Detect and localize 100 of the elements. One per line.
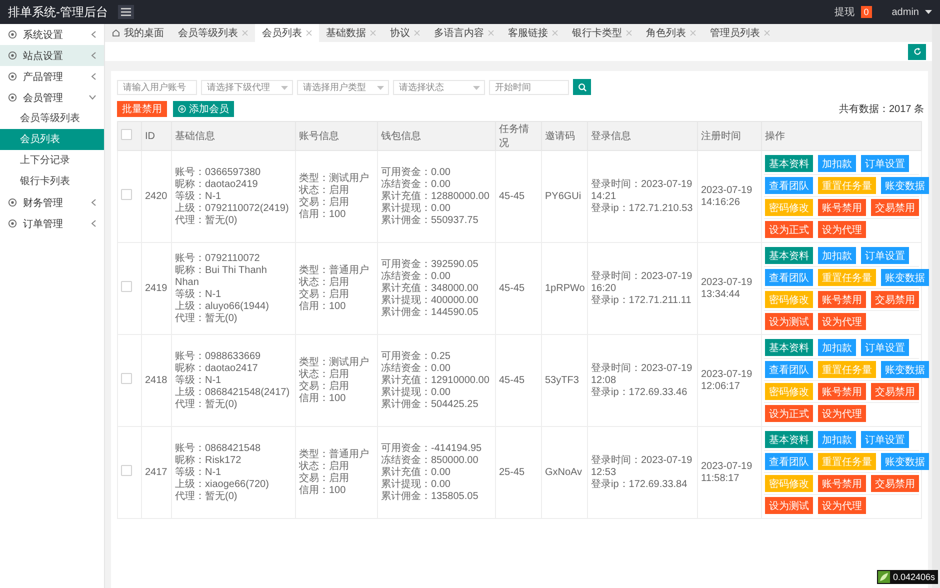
close-icon[interactable] xyxy=(370,30,376,36)
action-button[interactable]: 重置任务量 xyxy=(818,361,876,378)
action-button[interactable]: 查看团队 xyxy=(765,177,813,194)
action-button[interactable]: 账号禁用 xyxy=(818,475,866,492)
action-button[interactable]: 设为代理 xyxy=(818,497,866,514)
tab[interactable]: 会员列表 xyxy=(255,24,319,42)
close-icon[interactable] xyxy=(414,30,420,36)
sidebar-item[interactable]: 会员管理 xyxy=(0,87,104,108)
tab[interactable]: 我的桌面 xyxy=(105,24,171,42)
action-button[interactable]: 订单设置 xyxy=(861,339,909,356)
close-icon[interactable] xyxy=(488,30,494,36)
info-line: 代理：暂无(0) xyxy=(175,312,238,324)
batch-disable-button[interactable]: 批量禁用 xyxy=(117,101,167,117)
user-menu[interactable]: admin xyxy=(892,6,919,18)
action-button[interactable]: 密码修改 xyxy=(765,291,813,308)
tab[interactable]: 客服链接 xyxy=(501,24,565,42)
row-checkbox[interactable] xyxy=(121,189,132,200)
action-button[interactable]: 账号禁用 xyxy=(818,291,866,308)
withdraw-link[interactable]: 提现 xyxy=(834,5,855,19)
select-field[interactable]: 请选择下级代理 xyxy=(201,80,293,94)
sidebar-subitem[interactable]: 会员列表 xyxy=(0,129,104,150)
action-button[interactable]: 加扣款 xyxy=(818,155,856,172)
action-button[interactable]: 账号禁用 xyxy=(818,199,866,216)
action-button[interactable]: 查看团队 xyxy=(765,453,813,470)
action-button[interactable]: 基本资料 xyxy=(765,339,813,356)
search-button[interactable] xyxy=(573,79,591,95)
add-member-button[interactable]: 添加会员 xyxy=(173,101,234,117)
sidebar-subitem[interactable]: 上下分记录 xyxy=(0,150,104,171)
row-checkbox[interactable] xyxy=(121,465,132,476)
close-icon[interactable] xyxy=(242,30,248,36)
action-button[interactable]: 加扣款 xyxy=(818,431,856,448)
info-line: 信用：100 xyxy=(299,300,347,312)
sidebar-item[interactable]: 订单管理 xyxy=(0,213,104,234)
action-button[interactable]: 账变数据 xyxy=(881,361,929,378)
action-button[interactable]: 重置任务量 xyxy=(818,177,876,194)
action-button[interactable]: 基本资料 xyxy=(765,247,813,264)
tab[interactable]: 会员等级列表 xyxy=(171,24,255,42)
sidebar-item[interactable]: 系统设置 xyxy=(0,24,104,45)
info-line: 登录ip：172.69.33.46 xyxy=(591,386,688,398)
total-count: 共有数据：2017 条 xyxy=(838,102,924,116)
action-button[interactable]: 订单设置 xyxy=(861,247,909,264)
action-button[interactable]: 交易禁用 xyxy=(871,383,919,400)
action-button[interactable]: 查看团队 xyxy=(765,269,813,286)
close-icon[interactable] xyxy=(690,30,696,36)
action-button[interactable]: 账变数据 xyxy=(881,177,929,194)
row-checkbox[interactable] xyxy=(121,373,132,384)
sidebar-item[interactable]: 产品管理 xyxy=(0,66,104,87)
action-button[interactable]: 设为代理 xyxy=(818,221,866,238)
id-text: 2418 xyxy=(145,374,168,386)
close-icon[interactable] xyxy=(764,30,770,36)
action-button[interactable]: 加扣款 xyxy=(818,247,856,264)
close-icon[interactable] xyxy=(306,30,312,36)
info-line: 状态：启用 xyxy=(299,184,350,196)
sidebar-subitem[interactable]: 会员等级列表 xyxy=(0,108,104,129)
tab[interactable]: 协议 xyxy=(383,24,427,42)
row-checkbox[interactable] xyxy=(121,281,132,292)
action-button[interactable]: 账变数据 xyxy=(881,453,929,470)
action-button[interactable]: 设为测试 xyxy=(765,497,813,514)
action-button[interactable]: 订单设置 xyxy=(861,155,909,172)
sidebar-item[interactable]: 站点设置 xyxy=(0,45,104,66)
plus-circle-icon xyxy=(178,105,186,113)
action-button[interactable]: 密码修改 xyxy=(765,383,813,400)
action-button[interactable]: 查看团队 xyxy=(765,361,813,378)
action-button[interactable]: 密码修改 xyxy=(765,475,813,492)
tab[interactable]: 角色列表 xyxy=(639,24,703,42)
text-field[interactable]: 请输入用户账号 xyxy=(117,80,197,94)
select-field[interactable]: 请选择状态 xyxy=(393,80,485,94)
action-button[interactable]: 交易禁用 xyxy=(871,475,919,492)
action-button[interactable]: 订单设置 xyxy=(861,431,909,448)
select-field[interactable]: 请选择用户类型 xyxy=(297,80,389,94)
refresh-button[interactable] xyxy=(908,44,926,60)
action-button[interactable]: 设为正式 xyxy=(765,405,813,422)
action-button[interactable]: 账变数据 xyxy=(881,269,929,286)
action-button[interactable]: 加扣款 xyxy=(818,339,856,356)
tab[interactable]: 基础数据 xyxy=(319,24,383,42)
tab[interactable]: 多语言内容 xyxy=(427,24,501,42)
close-icon[interactable] xyxy=(626,30,632,36)
action-button[interactable]: 交易禁用 xyxy=(871,291,919,308)
sidebar-item[interactable]: 财务管理 xyxy=(0,192,104,213)
action-button[interactable]: 基本资料 xyxy=(765,431,813,448)
action-button[interactable]: 设为代理 xyxy=(818,313,866,330)
menu-item-icon xyxy=(8,198,17,207)
close-icon[interactable] xyxy=(552,30,558,36)
action-button[interactable]: 重置任务量 xyxy=(818,453,876,470)
tab[interactable]: 银行卡类型 xyxy=(565,24,639,42)
action-button[interactable]: 基本资料 xyxy=(765,155,813,172)
tab[interactable]: 管理员列表 xyxy=(703,24,777,42)
menu-button[interactable] xyxy=(118,5,134,19)
action-button[interactable]: 设为代理 xyxy=(818,405,866,422)
select-all-checkbox[interactable] xyxy=(121,129,132,140)
sidebar-subitem[interactable]: 银行卡列表 xyxy=(0,171,104,192)
column-header: ID xyxy=(142,122,172,150)
text-field[interactable]: 开始时间 xyxy=(489,80,569,94)
register-time: 2023-07-19 13:34:44 xyxy=(701,276,752,300)
action-button[interactable]: 交易禁用 xyxy=(871,199,919,216)
action-button[interactable]: 密码修改 xyxy=(765,199,813,216)
action-button[interactable]: 设为测试 xyxy=(765,313,813,330)
action-button[interactable]: 重置任务量 xyxy=(818,269,876,286)
action-button[interactable]: 账号禁用 xyxy=(818,383,866,400)
action-button[interactable]: 设为正式 xyxy=(765,221,813,238)
